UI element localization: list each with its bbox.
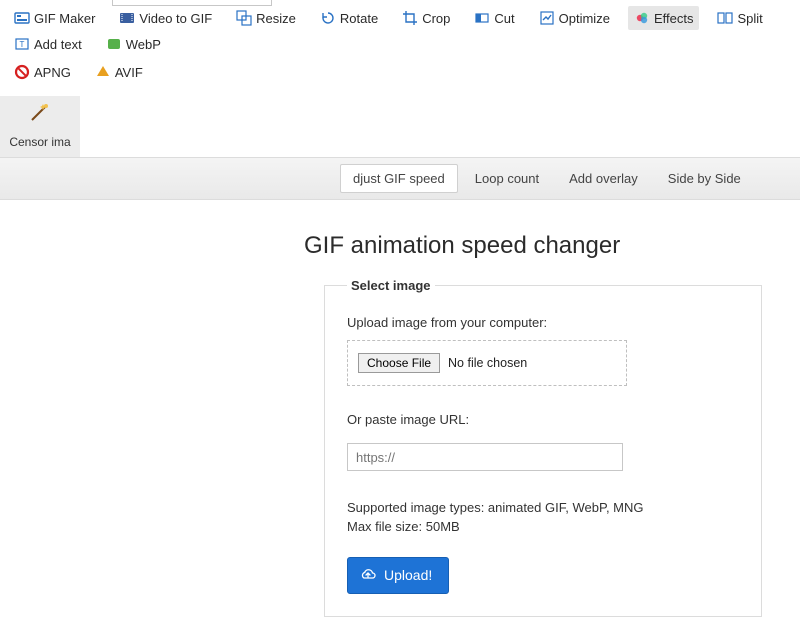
select-image-panel: Select image Upload image from your comp… [324,278,762,617]
tool-label: Rotate [340,11,378,26]
tool-split[interactable]: Split [711,6,768,30]
effects-icon [634,10,650,26]
tool-label: AVIF [115,65,143,80]
upload-button-label: Upload! [384,567,432,583]
tool-gif-maker[interactable]: GIF Maker [8,6,101,30]
tool-label: Add text [34,37,82,52]
or-paste-url-label: Or paste image URL: [347,412,739,427]
dropdown-artifact [112,0,272,6]
tool-effects[interactable]: Effects [628,6,700,30]
tab-adjust-gif-speed[interactable]: djust GIF speed [340,164,458,193]
no-file-chosen-text: No file chosen [448,356,527,370]
file-dropzone[interactable]: Choose File No file chosen [347,340,627,386]
tab-loop-count[interactable]: Loop count [462,164,552,193]
censor-image-tile[interactable]: Censor ima [0,96,80,157]
cloud-upload-icon [360,566,376,585]
hint-line-1: Supported image types: animated GIF, Web… [347,499,739,518]
main-toolbar: GIF Maker Video to GIF Resize Rotate Cro… [0,0,800,88]
crop-icon [402,10,418,26]
tool-label: Video to GIF [139,11,212,26]
tool-label: Cut [494,11,514,26]
upload-label: Upload image from your computer: [347,315,739,330]
rotate-icon [320,10,336,26]
main-content: GIF animation speed changer Select image… [0,200,800,617]
resize-icon [236,10,252,26]
gif-maker-icon [14,10,30,26]
tool-label: Resize [256,11,296,26]
upload-button[interactable]: Upload! [347,557,449,594]
tool-cut[interactable]: Cut [468,6,520,30]
tool-avif[interactable]: AVIF [89,60,149,84]
tool-label: Effects [654,11,694,26]
tool-label: WebP [126,37,161,52]
tab-add-overlay[interactable]: Add overlay [556,164,651,193]
tool-apng[interactable]: APNG [8,60,77,84]
page-title: GIF animation speed changer [304,232,800,260]
tool-label: Split [737,11,762,26]
optimize-icon [539,10,555,26]
tool-rotate[interactable]: Rotate [314,6,384,30]
select-image-legend: Select image [347,278,435,293]
tool-label: GIF Maker [34,11,95,26]
tool-optimize[interactable]: Optimize [533,6,616,30]
tool-label: Optimize [559,11,610,26]
cut-icon [474,10,490,26]
apng-icon [14,64,30,80]
tool-resize[interactable]: Resize [230,6,302,30]
tool-label: Crop [422,11,450,26]
tab-side-by-side[interactable]: Side by Side [655,164,754,193]
tool-video-to-gif[interactable]: Video to GIF [113,6,218,30]
tool-crop[interactable]: Crop [396,6,456,30]
tool-label: APNG [34,65,71,80]
svg-text:T: T [20,40,25,49]
wand-icon [26,102,54,129]
webp-icon [106,36,122,52]
choose-file-button[interactable]: Choose File [358,353,440,373]
add-text-icon: T [14,36,30,52]
tool-add-text[interactable]: T Add text [8,32,88,56]
video-icon [119,10,135,26]
hint-line-2: Max file size: 50MB [347,518,739,537]
effects-tabstrip: djust GIF speed Loop count Add overlay S… [0,157,800,200]
split-icon [717,10,733,26]
censor-label: Censor ima [9,135,70,149]
avif-icon [95,64,111,80]
supported-types-hint: Supported image types: animated GIF, Web… [347,499,739,537]
tool-webp[interactable]: WebP [100,32,167,56]
image-url-input[interactable] [347,443,623,471]
